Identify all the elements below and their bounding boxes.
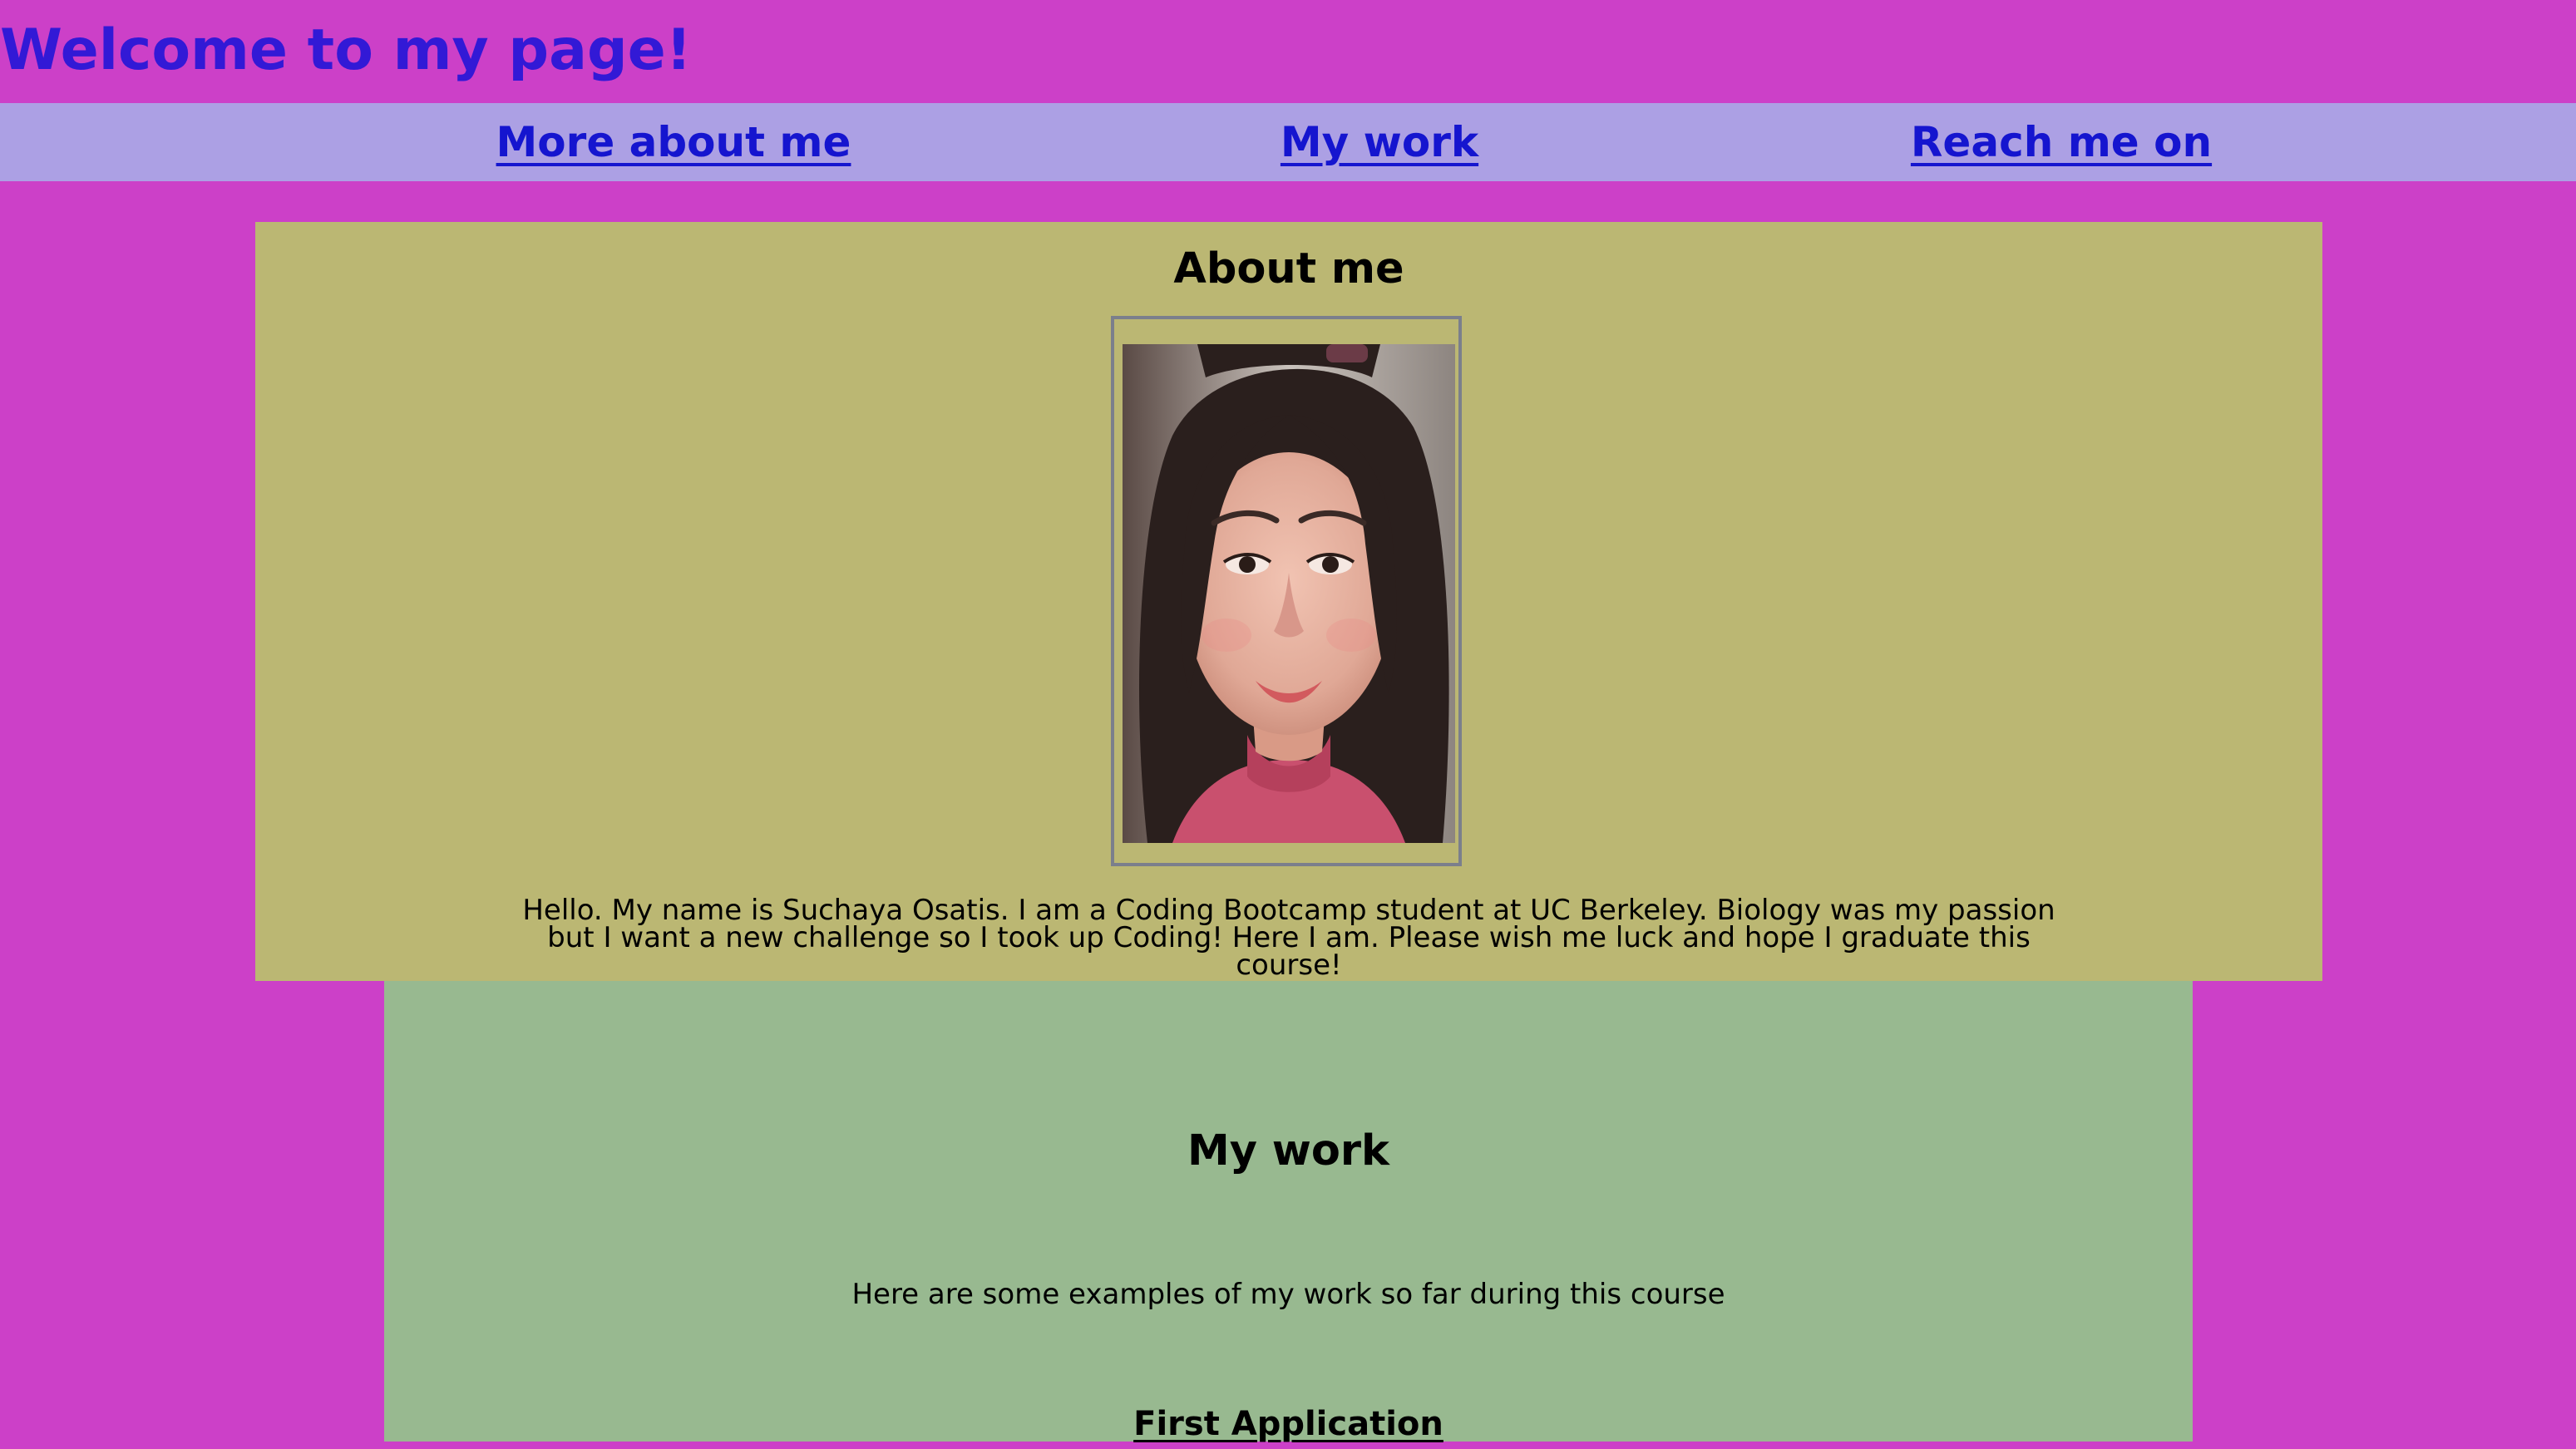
nav-bar: More about me My work Reach me on [0,103,2576,181]
site-header: Welcome to my page! [0,0,2576,103]
work-intro-text: Here are some examples of my work so far… [851,1278,1725,1311]
about-heading: About me [1173,244,1404,293]
work-section: My work Here are some examples of my wor… [384,981,2193,1443]
project-link-first-application[interactable]: First Application [1133,1399,1443,1449]
nav-link-reach-me-on[interactable]: Reach me on [1911,103,2212,181]
nav-link-more-about-me[interactable]: More about me [496,103,851,181]
nav-link-my-work[interactable]: My work [1281,103,1478,181]
about-section: About me Hello. My name is Suchaya Osati… [255,222,2322,981]
profile-photo [1123,344,1455,843]
about-description: Hello. My name is Suchaya Osatis. I am a… [522,894,2055,982]
page-title: Welcome to my page! [0,17,692,83]
work-heading: My work [1187,1126,1389,1175]
profile-photo-frame [1111,316,1462,866]
